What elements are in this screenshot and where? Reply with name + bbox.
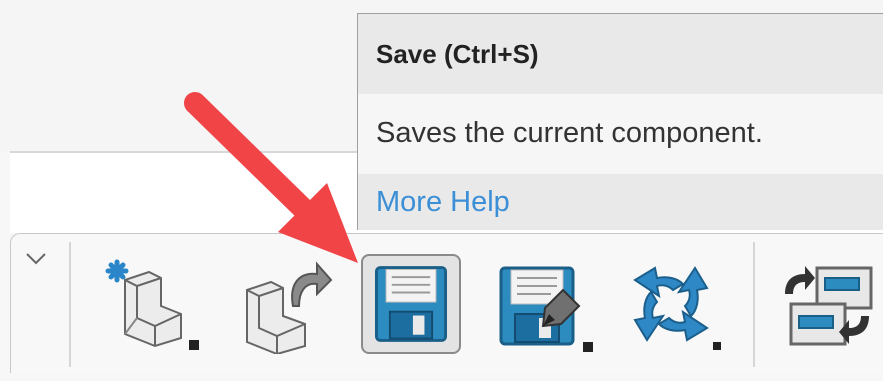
annotation-arrow: [184, 92, 358, 263]
